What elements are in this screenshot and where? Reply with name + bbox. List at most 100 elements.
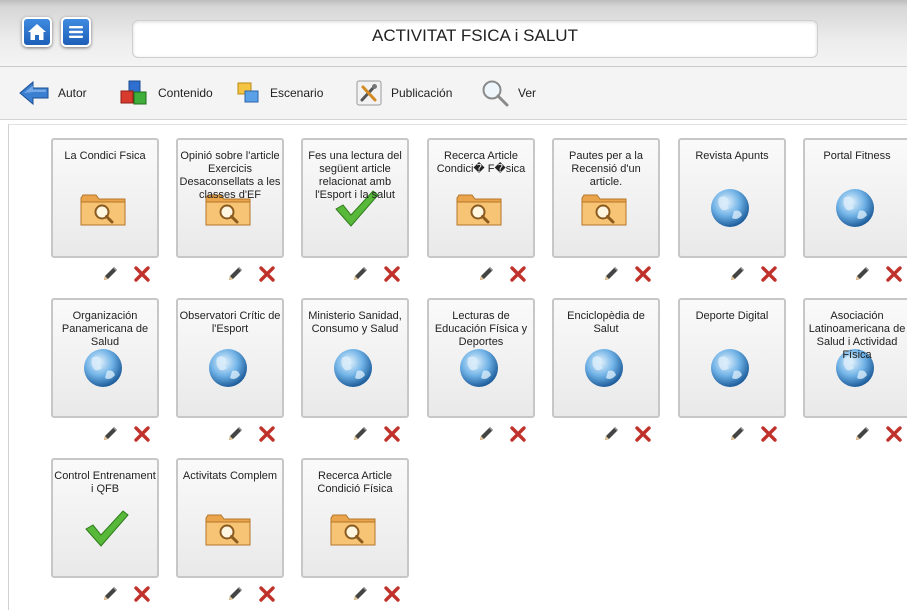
delete-icon: [134, 266, 150, 282]
resource-actions: [226, 585, 276, 603]
resource-card[interactable]: Activitats Complem: [176, 458, 284, 578]
toolbar-escenario[interactable]: Escenario: [236, 67, 323, 119]
delete-button[interactable]: [258, 265, 276, 283]
home-button[interactable]: [22, 17, 52, 47]
resource-card[interactable]: Revista Apunts: [678, 138, 786, 258]
pencil-icon: [229, 427, 242, 440]
delete-icon: [384, 266, 400, 282]
edit-button[interactable]: [728, 425, 746, 443]
edit-button[interactable]: [226, 265, 244, 283]
resource-actions: [477, 265, 527, 283]
edit-button[interactable]: [226, 425, 244, 443]
resource-card[interactable]: Organización Panamericana de Salud: [51, 298, 159, 418]
edit-button[interactable]: [351, 265, 369, 283]
delete-button[interactable]: [760, 425, 778, 443]
toolbar-ver[interactable]: Ver: [480, 67, 536, 119]
pencil-icon: [856, 427, 869, 440]
resource-card[interactable]: Recerca Article Condici� F�sica: [427, 138, 535, 258]
menu-button[interactable]: [61, 17, 91, 47]
resource-card[interactable]: Lecturas de Educación Física y Deportes: [427, 298, 535, 418]
delete-button[interactable]: [258, 425, 276, 443]
pencil-icon: [731, 427, 744, 440]
resource-card[interactable]: Deporte Digital: [678, 298, 786, 418]
resource-card[interactable]: Recerca Article Condició Física: [301, 458, 409, 578]
delete-button[interactable]: [885, 425, 903, 443]
toolbar-ver-label: Ver: [518, 86, 537, 100]
home-icon: [28, 24, 46, 40]
resource-card[interactable]: Control Entrenament i QFB: [51, 458, 159, 578]
delete-button[interactable]: [383, 425, 401, 443]
resource-actions: [602, 425, 652, 443]
delete-button[interactable]: [383, 265, 401, 283]
resource-card[interactable]: Ministerio Sanidad, Consumo y Salud: [301, 298, 409, 418]
edit-button[interactable]: [226, 585, 244, 603]
delete-button[interactable]: [634, 425, 652, 443]
delete-button[interactable]: [133, 425, 151, 443]
resource-card[interactable]: Pautes per a la Recensió d'un article.: [552, 138, 660, 258]
delete-button[interactable]: [258, 585, 276, 603]
delete-button[interactable]: [133, 585, 151, 603]
edit-button[interactable]: [477, 265, 495, 283]
toolbar-autor[interactable]: Autor: [18, 67, 87, 119]
edit-button[interactable]: [477, 425, 495, 443]
globe-icon: [706, 344, 754, 397]
list-icon: [69, 26, 83, 38]
edit-button[interactable]: [602, 265, 620, 283]
resource-card[interactable]: Opinió sobre l'article Exercicis Desacon…: [176, 138, 284, 258]
resource-card[interactable]: Asociación Latinoamericana de Salud i Ac…: [803, 298, 907, 418]
resource-title: Activitats Complem: [182, 470, 278, 482]
resource-actions: [101, 425, 151, 443]
resource-actions: [728, 265, 778, 283]
resource-title: Opinió sobre l'article Exercicis Desacon…: [179, 150, 281, 201]
delete-button[interactable]: [509, 265, 527, 283]
resource-title: Portal Fitness: [823, 150, 891, 162]
delete-icon: [259, 586, 275, 602]
resource-card[interactable]: Observatori Crític de l'Esport: [176, 298, 284, 418]
edit-button[interactable]: [351, 425, 369, 443]
resource-title: Organización Panamericana de Salud: [61, 310, 149, 348]
edit-button[interactable]: [728, 265, 746, 283]
delete-icon: [134, 426, 150, 442]
resource-title: Deporte Digital: [695, 310, 769, 322]
magnifier-icon: [482, 80, 509, 107]
toolbar: Autor Contenido Escenario Publicación Ve…: [0, 67, 907, 120]
toolbar-publicacion[interactable]: Publicación: [355, 67, 452, 119]
resource-card[interactable]: La Condici Fsica: [51, 138, 159, 258]
folder-search-icon: [79, 190, 127, 233]
edit-button[interactable]: [101, 425, 119, 443]
delete-button[interactable]: [634, 265, 652, 283]
edit-button[interactable]: [853, 425, 871, 443]
edit-button[interactable]: [101, 265, 119, 283]
resource-card[interactable]: Portal Fitness: [803, 138, 907, 258]
resource-card[interactable]: Enciclopèdia de Salut: [552, 298, 660, 418]
globe-icon: [204, 344, 252, 397]
edit-button[interactable]: [853, 265, 871, 283]
globe-icon: [79, 344, 127, 397]
resource-card[interactable]: Fes una lectura del següent article rela…: [301, 138, 409, 258]
pencil-icon: [354, 267, 367, 280]
resource-title: Recerca Article Condició Física: [317, 470, 393, 495]
pencil-icon: [731, 267, 744, 280]
pencil-icon: [229, 587, 242, 600]
delete-button[interactable]: [760, 265, 778, 283]
resource-actions: [101, 585, 151, 603]
delete-icon: [134, 586, 150, 602]
edit-button[interactable]: [351, 585, 369, 603]
resource-title: La Condici Fsica: [64, 150, 146, 162]
globe-icon: [580, 344, 628, 397]
pencil-icon: [104, 587, 117, 600]
delete-button[interactable]: [133, 265, 151, 283]
resource-actions: [602, 265, 652, 283]
toolbar-contenido[interactable]: Contenido: [118, 67, 213, 119]
resource-actions: [226, 265, 276, 283]
resource-grid: La Condici Fsica Opinió sobre l'article E…: [8, 124, 907, 610]
resource-actions: [226, 425, 276, 443]
top-bar: ACTIVITAT FSICA i SALUT: [0, 0, 907, 67]
delete-icon: [761, 266, 777, 282]
edit-button[interactable]: [602, 425, 620, 443]
edit-button[interactable]: [101, 585, 119, 603]
resource-actions: [351, 425, 401, 443]
delete-button[interactable]: [383, 585, 401, 603]
delete-button[interactable]: [509, 425, 527, 443]
delete-button[interactable]: [885, 265, 903, 283]
